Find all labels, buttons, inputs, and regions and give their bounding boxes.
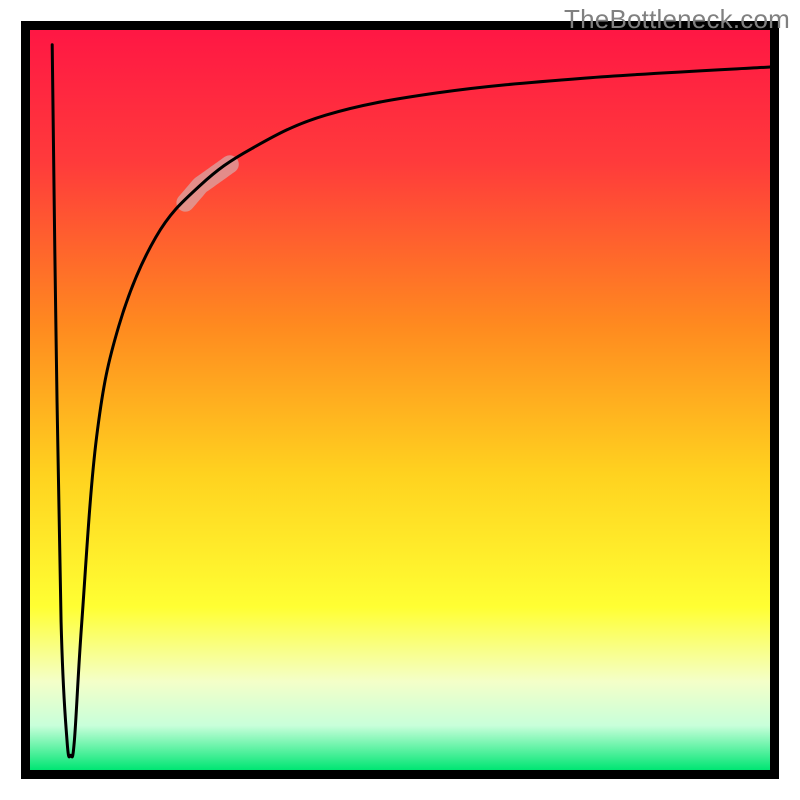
plot-background [30, 30, 770, 770]
chart-container: TheBottleneck.com [0, 0, 800, 800]
bottleneck-chart [0, 0, 800, 800]
watermark-text: TheBottleneck.com [564, 4, 790, 35]
